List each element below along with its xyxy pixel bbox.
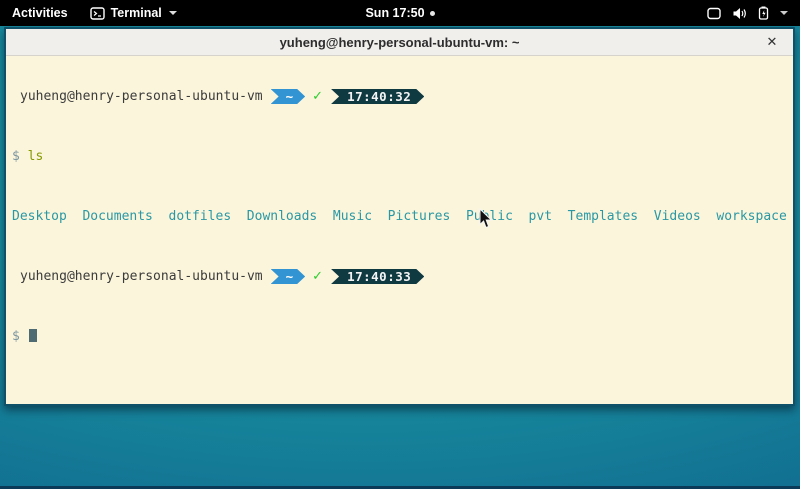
- directory-entry: Videos: [654, 209, 701, 224]
- battery-charging-icon: [758, 6, 769, 20]
- directory-entry: Music: [333, 209, 372, 224]
- app-menu-terminal[interactable]: Terminal: [80, 0, 187, 26]
- command-text: ls: [28, 149, 44, 164]
- check-icon: ✓: [312, 269, 323, 284]
- text-cursor: [29, 329, 37, 342]
- directory-entry: Documents: [82, 209, 152, 224]
- close-icon[interactable]: ✕: [759, 29, 785, 56]
- directory-entry: pvt: [529, 209, 552, 224]
- directory-entry: Public: [466, 209, 513, 224]
- prompt-user-host: yuheng@henry-personal-ubuntu-vm: [20, 269, 263, 284]
- directory-entry: workspace: [716, 209, 786, 224]
- directory-entry: Desktop: [12, 209, 67, 224]
- directory-entry: Pictures: [388, 209, 451, 224]
- terminal-content[interactable]: yuheng@henry-personal-ubuntu-vm ~ ✓ 17:4…: [6, 56, 793, 404]
- notification-dot-icon: [430, 11, 435, 16]
- activities-button[interactable]: Activities: [0, 0, 80, 26]
- directory-entry: dotfiles: [169, 209, 232, 224]
- directory-entry: Templates: [568, 209, 638, 224]
- ls-output-line: Desktop Documents dotfiles Downloads Music Pi…: [12, 209, 787, 224]
- window-titlebar[interactable]: yuheng@henry-personal-ubuntu-vm: ~ ✕: [6, 29, 793, 56]
- clock-label: Sun 17:50: [365, 6, 424, 20]
- command-line: $ ls: [12, 149, 787, 164]
- volume-icon: [732, 7, 747, 20]
- clock-button[interactable]: Sun 17:50: [365, 6, 434, 20]
- window-title: yuheng@henry-personal-ubuntu-vm: ~: [280, 35, 520, 50]
- terminal-window: yuheng@henry-personal-ubuntu-vm: ~ ✕ yuh…: [4, 27, 795, 406]
- directory-entry: Downloads: [247, 209, 317, 224]
- prompt-cwd-segment: ~: [271, 269, 306, 284]
- prompt-cwd-segment: ~: [271, 89, 306, 104]
- chevron-down-icon: [169, 11, 177, 15]
- prompt-symbol: $: [12, 149, 20, 164]
- chevron-down-icon: [780, 11, 788, 15]
- input-line: $: [12, 329, 787, 344]
- prompt-line: yuheng@henry-personal-ubuntu-vm ~ ✓ 17:4…: [12, 89, 787, 104]
- system-status-area[interactable]: [695, 0, 800, 26]
- display-icon: [707, 7, 721, 20]
- top-bar: Activities Terminal Sun 17:50: [0, 0, 800, 26]
- terminal-icon: [90, 7, 105, 20]
- check-icon: ✓: [312, 89, 323, 104]
- prompt-user-host: yuheng@henry-personal-ubuntu-vm: [20, 89, 263, 104]
- prompt-symbol: $: [12, 329, 20, 344]
- app-menu-label: Terminal: [111, 6, 162, 20]
- prompt-line: yuheng@henry-personal-ubuntu-vm ~ ✓ 17:4…: [12, 269, 787, 284]
- prompt-time-segment: 17:40:33: [331, 269, 424, 284]
- prompt-time-segment: 17:40:32: [331, 89, 424, 104]
